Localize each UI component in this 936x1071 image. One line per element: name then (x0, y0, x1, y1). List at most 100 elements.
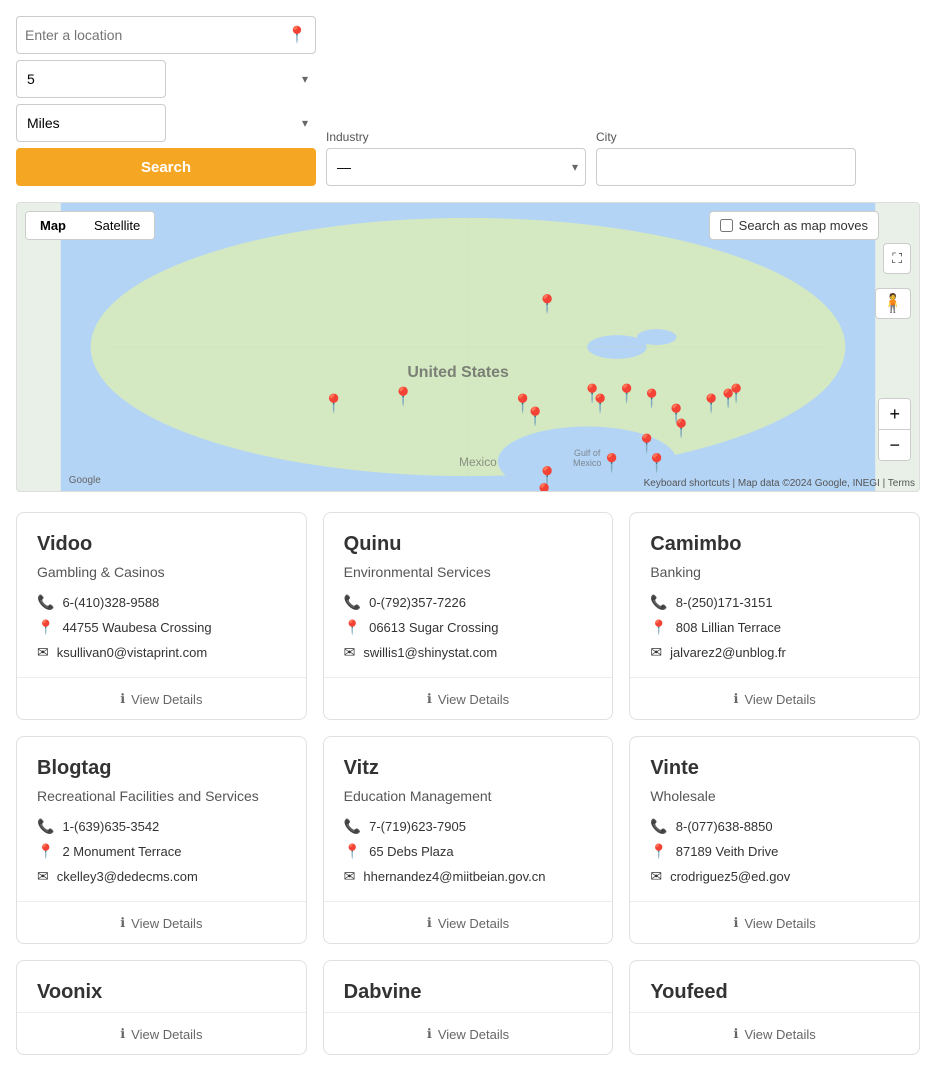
svg-text:📍: 📍 (646, 452, 668, 473)
view-details-button[interactable]: ℹ View Details (120, 915, 202, 931)
map-pin-icon: 📍 (650, 619, 667, 636)
card-details: 📞 0-(792)357-7226 📍 06613 Sugar Crossing… (344, 594, 593, 661)
view-details-button[interactable]: ℹ View Details (734, 915, 816, 931)
view-details-button[interactable]: ℹ View Details (427, 1026, 509, 1042)
industry-wrap: Industry — ▾ (326, 130, 586, 186)
card-email: crodriguez5@ed.gov (670, 869, 790, 884)
map-pegman-button[interactable]: 🧍 (875, 288, 911, 319)
radius-arrow-icon: ▾ (302, 72, 308, 86)
card-phone-row: 📞 0-(792)357-7226 (344, 594, 593, 611)
svg-text:📍: 📍 (725, 383, 747, 404)
location-input[interactable] (25, 27, 287, 43)
svg-text:United States: United States (407, 364, 509, 381)
industry-select-wrap[interactable]: — ▾ (326, 148, 586, 186)
radius-select-wrap[interactable]: 1 2 5 10 25 50 ▾ (16, 60, 316, 98)
card-email-row: ✉ hhernandez4@miitbeian.gov.cn (344, 868, 593, 885)
svg-text:Google: Google (69, 475, 101, 486)
unit-arrow-icon: ▾ (302, 116, 308, 130)
card-phone-row: 📞 8-(077)638-8850 (650, 818, 899, 835)
email-icon: ✉ (344, 868, 356, 885)
svg-text:📍: 📍 (524, 405, 546, 426)
map-attribution: Keyboard shortcuts | Map data ©2024 Goog… (644, 478, 915, 489)
svg-text:📍: 📍 (616, 383, 638, 404)
search-as-moves-label: Search as map moves (739, 218, 868, 233)
card-details: 📞 6-(410)328-9588 📍 44755 Waubesa Crossi… (37, 594, 286, 661)
map-fullscreen-button[interactable]: ⛶ (883, 243, 911, 274)
card-title: Camimbo (650, 533, 899, 556)
card-email: ckelley3@dedecms.com (57, 869, 198, 884)
card-phone: 8-(077)638-8850 (676, 819, 773, 834)
info-icon: ℹ (734, 1026, 739, 1042)
view-details-button[interactable]: ℹ View Details (120, 1026, 202, 1042)
view-details-button[interactable]: ℹ View Details (734, 691, 816, 707)
map-container[interactable]: United States Mexico Gulf of Mexico 📍 📍 … (16, 202, 920, 492)
map-pin-icon: 📍 (37, 619, 54, 636)
svg-text:📍: 📍 (533, 482, 555, 491)
map-pin-icon: 📍 (37, 843, 54, 860)
card-details: 📞 8-(250)171-3151 📍 808 Lillian Terrace … (650, 594, 899, 661)
svg-text:📍: 📍 (636, 432, 658, 453)
zoom-out-button[interactable]: − (879, 430, 910, 460)
card-email: jalvarez2@unblog.fr (670, 645, 786, 660)
card-title: Blogtag (37, 757, 286, 780)
card-industry: Recreational Facilities and Services (37, 788, 286, 804)
card-phone-row: 📞 1-(639)635-3542 (37, 818, 286, 835)
card-item: Quinu Environmental Services 📞 0-(792)35… (323, 512, 614, 720)
view-details-button[interactable]: ℹ View Details (427, 915, 509, 931)
cards-grid: Vidoo Gambling & Casinos 📞 6-(410)328-95… (16, 512, 920, 1055)
info-icon: ℹ (427, 691, 432, 707)
zoom-in-button[interactable]: + (879, 399, 910, 430)
view-details-label: View Details (131, 916, 202, 931)
map-pin-icon: 📍 (344, 619, 361, 636)
card-phone: 0-(792)357-7226 (369, 595, 466, 610)
card-title: Vitz (344, 757, 593, 780)
card-footer: ℹ View Details (630, 1012, 919, 1054)
email-icon: ✉ (650, 644, 662, 661)
location-input-wrap[interactable]: 📍 (16, 16, 316, 54)
view-details-button[interactable]: ℹ View Details (120, 691, 202, 707)
card-item: Voonix ℹ View Details (16, 960, 307, 1055)
view-details-button[interactable]: ℹ View Details (427, 691, 509, 707)
city-wrap: City (596, 130, 856, 186)
card-footer: ℹ View Details (324, 1012, 613, 1054)
unit-select-wrap[interactable]: Miles Kilometers ▾ (16, 104, 316, 142)
card-address-row: 📍 87189 Veith Drive (650, 843, 899, 860)
svg-text:📍: 📍 (392, 386, 414, 407)
info-icon: ℹ (120, 1026, 125, 1042)
tab-satellite[interactable]: Satellite (80, 212, 154, 239)
svg-text:📍: 📍 (589, 393, 611, 414)
card-industry: Environmental Services (344, 564, 593, 580)
card-address: 44755 Waubesa Crossing (62, 620, 211, 635)
phone-icon: 📞 (37, 818, 54, 835)
search-as-moves-checkbox[interactable] (720, 219, 733, 232)
svg-text:📍: 📍 (601, 452, 623, 473)
card-title: Vinte (650, 757, 899, 780)
svg-text:Gulf of: Gulf of (574, 448, 601, 458)
card-footer: ℹ View Details (17, 677, 306, 719)
view-details-button[interactable]: ℹ View Details (734, 1026, 816, 1042)
card-footer: ℹ View Details (324, 901, 613, 943)
industry-city-row: Industry — ▾ City (326, 130, 856, 186)
card-industry: Gambling & Casinos (37, 564, 286, 580)
search-button[interactable]: Search (16, 148, 316, 186)
radius-select[interactable]: 1 2 5 10 25 50 (16, 60, 166, 98)
search-as-map-moves[interactable]: Search as map moves (709, 211, 879, 240)
city-input[interactable] (596, 148, 856, 186)
card-address-row: 📍 2 Monument Terrace (37, 843, 286, 860)
svg-text:📍: 📍 (670, 417, 692, 438)
industry-select[interactable]: — (326, 148, 586, 186)
card-address: 06613 Sugar Crossing (369, 620, 498, 635)
card-title: Vidoo (37, 533, 286, 556)
email-icon: ✉ (344, 644, 356, 661)
card-address-row: 📍 808 Lillian Terrace (650, 619, 899, 636)
view-details-label: View Details (131, 692, 202, 707)
tab-map[interactable]: Map (26, 212, 80, 239)
svg-text:Mexico: Mexico (459, 455, 497, 469)
info-icon: ℹ (120, 915, 125, 931)
card-address-row: 📍 44755 Waubesa Crossing (37, 619, 286, 636)
card-title: Quinu (344, 533, 593, 556)
map-tabs: Map Satellite (25, 211, 155, 240)
unit-select[interactable]: Miles Kilometers (16, 104, 166, 142)
card-industry: Banking (650, 564, 899, 580)
map-svg: United States Mexico Gulf of Mexico 📍 📍 … (17, 203, 919, 491)
